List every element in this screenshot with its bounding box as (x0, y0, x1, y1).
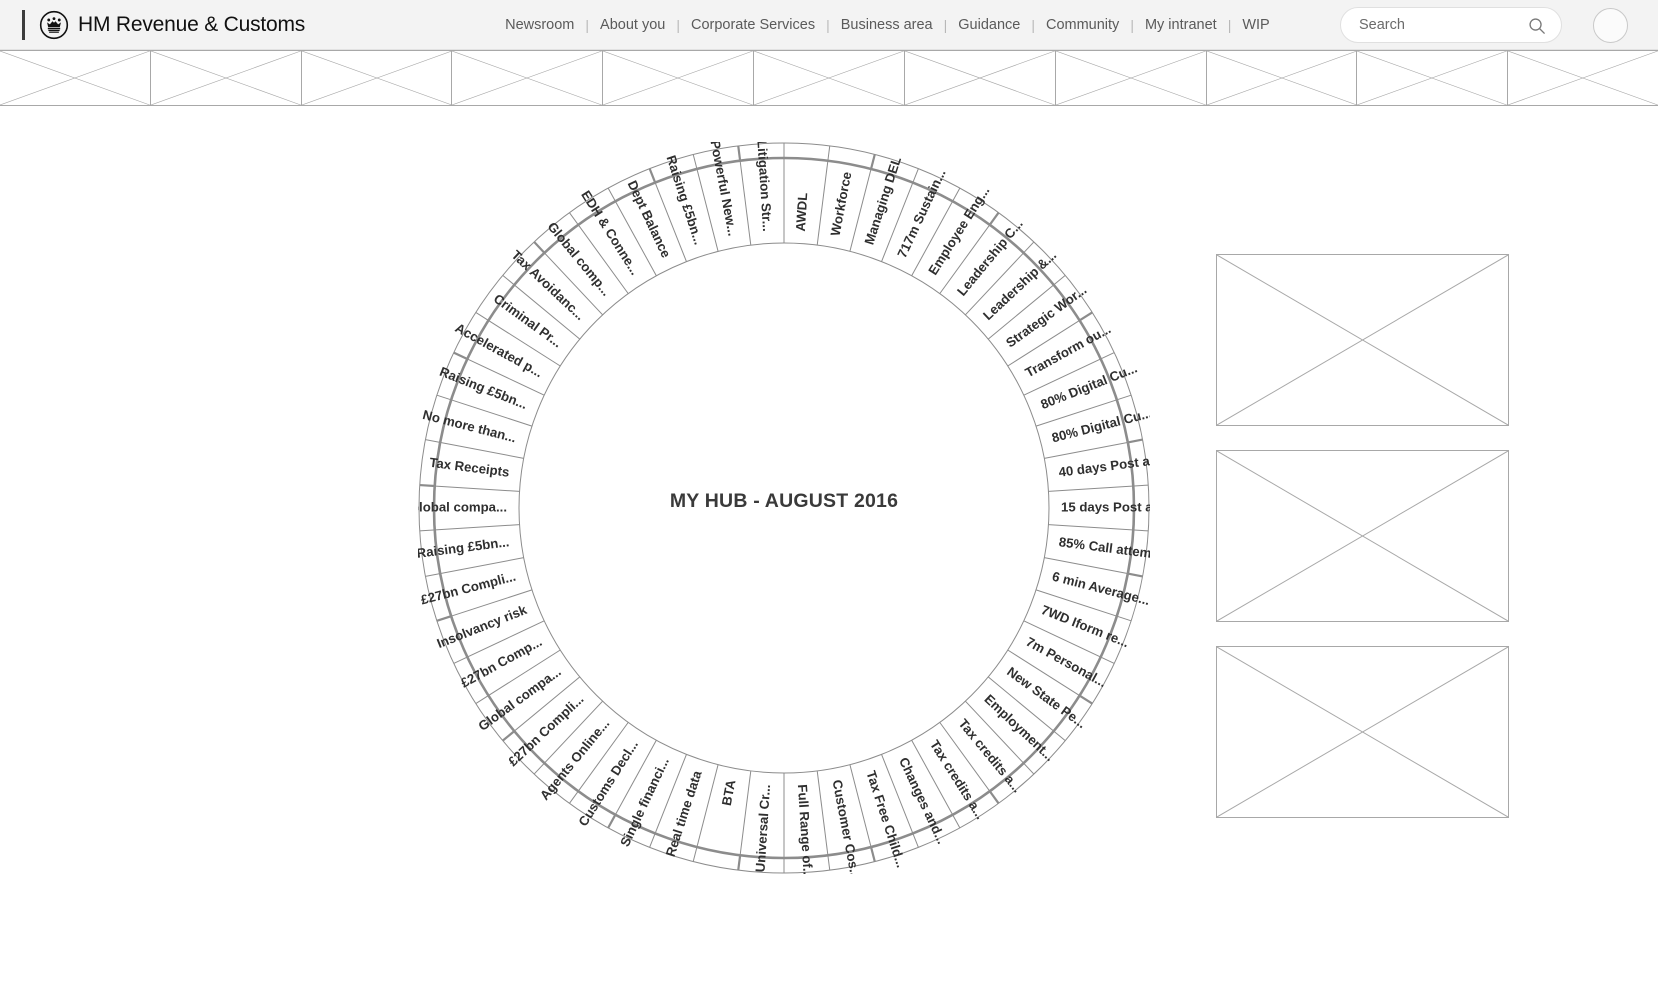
wheel-segment-label[interactable]: Full Range of... (795, 784, 816, 874)
wheel-segment-label[interactable]: Litigation Str... (754, 142, 775, 232)
avatar[interactable] (1593, 8, 1628, 43)
placeholder-cross-icon (905, 51, 1055, 105)
wheel-segment-label[interactable]: Universal Cr... (753, 784, 773, 873)
main-content: Litigation Str... AWDL Workforce Managing D… (0, 106, 1658, 996)
search-input[interactable] (1341, 16, 1511, 34)
placeholder-cross-icon (0, 51, 150, 105)
placeholder-banner-cell[interactable] (151, 51, 302, 105)
wheel-segment-label[interactable]: 80% Digital Cu... (1050, 405, 1150, 445)
wheel-segment-label[interactable]: 7WD Iform re... (1039, 602, 1131, 650)
wheel-segment-label[interactable]: Customer Cos... (830, 778, 864, 874)
placeholder-banner-cell[interactable] (302, 51, 453, 105)
nav-item-corporate-services[interactable]: Corporate Services (681, 17, 825, 33)
placeholder-cross-icon (754, 51, 904, 105)
placeholder-box-2[interactable] (1216, 450, 1509, 622)
placeholder-cross-icon (1357, 51, 1507, 105)
wheel-segment-label[interactable]: BTA (719, 778, 739, 807)
wheel-segment-label[interactable]: No more than... (421, 407, 518, 445)
wheel-segment-label[interactable]: Raising £5bn... (418, 534, 510, 561)
placeholder-cross-icon (1217, 451, 1508, 621)
nav-item-my-intranet[interactable]: My intranet (1135, 17, 1227, 33)
placeholder-cross-icon (1508, 51, 1658, 105)
site-header: HM Revenue & Customs Newsroom | About yo… (0, 0, 1658, 50)
placeholder-cross-icon (151, 51, 301, 105)
placeholder-cross-icon (1207, 51, 1357, 105)
wheel-segment-label[interactable]: 40 days Post a... (1058, 452, 1150, 480)
search-box[interactable] (1340, 7, 1562, 43)
placeholder-banner-cell[interactable] (0, 51, 151, 105)
placeholder-cross-icon (452, 51, 602, 105)
wheel-segment-label[interactable]: Changes and... (896, 755, 950, 846)
crown-icon (39, 10, 69, 39)
placeholder-banner-cell[interactable] (452, 51, 604, 105)
placeholder-cross-icon (1056, 51, 1206, 105)
placeholder-cross-icon (1217, 647, 1508, 817)
brand-divider (22, 9, 25, 40)
placeholder-box-3[interactable] (1216, 646, 1509, 818)
brand-name: HM Revenue & Customs (78, 12, 306, 36)
hub-center-title: MY HUB - AUGUST 2016 (669, 490, 899, 512)
hub-wheel-diagram: Litigation Str... AWDL Workforce Managing D… (418, 142, 1150, 874)
nav-item-newsroom[interactable]: Newsroom (495, 17, 584, 33)
wheel-segment-label[interactable]: Powerful New... (708, 142, 741, 237)
placeholder-banner-cell[interactable] (1207, 51, 1358, 105)
side-placeholder-column (1216, 254, 1509, 842)
wheel-segment-label[interactable]: Tax Receipts (429, 455, 511, 480)
nav-item-guidance[interactable]: Guidance (948, 17, 1030, 33)
wheel-segment-label[interactable]: Raising £5bn... (438, 364, 530, 412)
placeholder-banner-cell[interactable] (754, 51, 905, 105)
main-nav: Newsroom | About you | Corporate Service… (495, 17, 1280, 33)
nav-item-community[interactable]: Community (1036, 17, 1129, 33)
placeholder-cross-icon (1217, 255, 1508, 425)
placeholder-box-1[interactable] (1216, 254, 1509, 426)
placeholder-cross-icon (603, 51, 753, 105)
wheel-segment-label[interactable]: Tax Free Child... (863, 769, 908, 870)
placeholder-banner-cell[interactable] (603, 51, 755, 105)
search-icon[interactable] (1528, 17, 1546, 35)
placeholder-banner-cell[interactable] (1357, 51, 1509, 105)
brand-logo[interactable]: HM Revenue & Customs (0, 9, 306, 40)
wheel-segment-label[interactable]: Dept Balance (625, 178, 674, 260)
wheel-segment-label[interactable]: AWDL (793, 192, 810, 232)
wheel-segment-label[interactable]: 80% Digital Cu... (1038, 360, 1139, 412)
wheel-segment-label[interactable]: Workforce (828, 170, 855, 237)
placeholder-cross-icon (302, 51, 452, 105)
wheel-segment-label[interactable]: 85% Call attem... (1058, 534, 1150, 562)
wheel-segment-label[interactable]: Real time data (663, 768, 705, 858)
nav-item-wip[interactable]: WIP (1232, 17, 1279, 33)
nav-item-business-area[interactable]: Business area (831, 17, 943, 33)
placeholder-banner-cell[interactable] (905, 51, 1056, 105)
placeholder-banner-cell[interactable] (1508, 51, 1658, 105)
nav-item-about-you[interactable]: About you (590, 17, 675, 33)
placeholder-banner-strip (0, 50, 1658, 106)
placeholder-banner-cell[interactable] (1056, 51, 1207, 105)
